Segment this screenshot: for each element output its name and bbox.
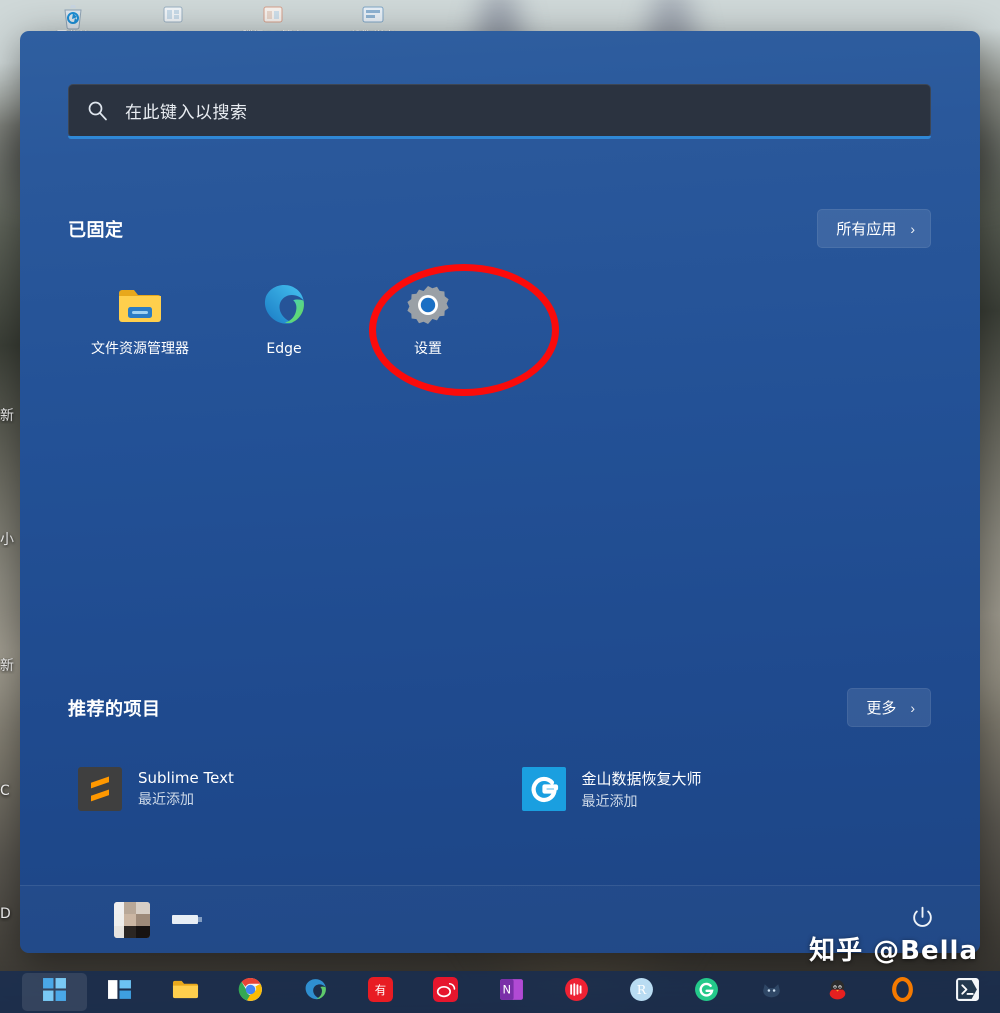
recommended-header: 推荐的项目 更多 ›: [68, 688, 931, 727]
edge-icon: [212, 279, 356, 331]
taskbar-terminal-button[interactable]: [935, 973, 1000, 1011]
svg-text:有: 有: [375, 983, 386, 997]
pinned-app-label: 文件资源管理器: [91, 341, 189, 357]
search-input[interactable]: 在此键入以搜索: [68, 84, 931, 136]
recommended-item-text: Sublime Text 最近添加: [138, 769, 234, 809]
taskbar-kingsoft-button[interactable]: [674, 973, 739, 1011]
taskbar-task-view-button[interactable]: [87, 973, 152, 1011]
desktop: 回收站 QQ 腾讯QQ管家: [0, 0, 1000, 1013]
recommended-item-kingsoft-recovery[interactable]: 金山数据恢复大师 最近添加: [512, 759, 932, 819]
svg-text:R: R: [637, 982, 647, 997]
pinned-app-label: Edge: [266, 341, 302, 357]
edge-icon: [303, 977, 328, 1007]
terminal-icon: [955, 977, 980, 1007]
cat-icon: [759, 977, 784, 1007]
chevron-right-icon: ›: [910, 699, 915, 716]
start-menu: 在此键入以搜索 已固定 所有应用 › 文件资源管理器 Edge 设置 推荐的项目…: [20, 31, 980, 953]
pinned-app-file-explorer[interactable]: 文件资源管理器: [68, 271, 212, 357]
recommended-title: 推荐的项目: [68, 698, 161, 720]
folder-icon: [172, 977, 199, 1007]
more-label: 更多: [866, 699, 897, 717]
search-placeholder: 在此键入以搜索: [125, 103, 248, 123]
all-apps-button[interactable]: 所有应用 ›: [817, 209, 931, 248]
kingsoft-recovery-icon: [521, 767, 566, 811]
pinned-app-label: 设置: [414, 341, 442, 357]
pinned-title: 已固定: [68, 219, 124, 241]
recommended-item-sublime-text[interactable]: Sublime Text 最近添加: [68, 759, 488, 819]
onenote-icon: N: [499, 977, 524, 1007]
taskbar-chrome-button[interactable]: [218, 973, 283, 1011]
more-button[interactable]: 更多 ›: [847, 688, 931, 727]
watermark: 知乎 @Bella: [809, 936, 978, 966]
kingsoft-g-icon: [694, 977, 719, 1007]
recommended-list: Sublime Text 最近添加 金山数据恢复大师 最近添加: [68, 759, 931, 819]
qq-manager-icon: [230, 0, 316, 30]
taskbar-cat-app-button[interactable]: [739, 973, 804, 1011]
avatar: [114, 901, 150, 938]
qq-icon: [130, 0, 216, 30]
chrome-icon: [238, 977, 263, 1007]
taskbar-opera-button[interactable]: [870, 973, 935, 1011]
desktop-icon-label-fragment: 小: [0, 532, 14, 548]
taskbar-qq-button[interactable]: [804, 973, 869, 1011]
recycle-bin-icon: [30, 0, 116, 30]
opera-o-icon: [890, 977, 915, 1007]
taskbar-youdao-button[interactable]: 有: [348, 973, 413, 1011]
youdao-icon: 有: [368, 977, 394, 1007]
taskbar-edge-button[interactable]: [283, 973, 348, 1011]
pinned-app-edge[interactable]: Edge: [212, 271, 356, 357]
qq-penguin-icon: [825, 977, 850, 1007]
desktop-icon-label-fragment: D: [0, 906, 11, 922]
pinned-apps-grid: 文件资源管理器 Edge 设置: [68, 271, 931, 357]
settings-gear-icon: [356, 279, 500, 331]
desktop-icon-label-fragment: 新: [0, 658, 14, 674]
taskbar-recorder-button[interactable]: [544, 973, 609, 1011]
pinned-app-settings[interactable]: 设置: [356, 271, 500, 357]
recommended-item-subtitle: 最近添加: [581, 793, 638, 810]
taskbar-start-button[interactable]: [22, 973, 88, 1011]
rstudio-icon: R: [629, 977, 654, 1007]
taskbar-file-explorer-button[interactable]: [152, 973, 217, 1011]
recommended-item-name: Sublime Text: [138, 769, 234, 787]
recommended-item-name: 金山数据恢复大师: [581, 769, 702, 788]
chevron-right-icon: ›: [910, 220, 915, 237]
taskbar: 有 N R: [0, 971, 1000, 1013]
pinned-header: 已固定 所有应用 ›: [68, 209, 931, 248]
weibo-icon: [433, 977, 459, 1007]
desktop-icon-label-fragment: 新: [0, 408, 14, 424]
search-container: 在此键入以搜索: [68, 84, 931, 139]
username-redacted: [172, 915, 198, 924]
file-explorer-icon: [68, 279, 212, 331]
task-view-icon: [107, 977, 132, 1007]
recommended-item-subtitle: 最近添加: [138, 792, 194, 808]
user-account-button[interactable]: [114, 901, 198, 938]
desktop-icon-label-fragment: C: [0, 783, 10, 799]
red-record-icon: [564, 977, 589, 1007]
taskbar-onenote-button[interactable]: N: [478, 973, 543, 1011]
all-apps-label: 所有应用: [836, 220, 897, 238]
search-icon: [69, 100, 125, 121]
search-accent-underline: [68, 136, 931, 139]
svg-text:N: N: [502, 983, 511, 997]
windows-logo-icon: [42, 977, 67, 1007]
taskbar-weibo-button[interactable]: [413, 973, 478, 1011]
taskbar-rstudio-button[interactable]: R: [609, 973, 674, 1011]
recommended-item-text: 金山数据恢复大师 最近添加: [582, 768, 702, 811]
sogou-icon: [330, 0, 416, 30]
sublime-text-icon: [78, 767, 122, 811]
